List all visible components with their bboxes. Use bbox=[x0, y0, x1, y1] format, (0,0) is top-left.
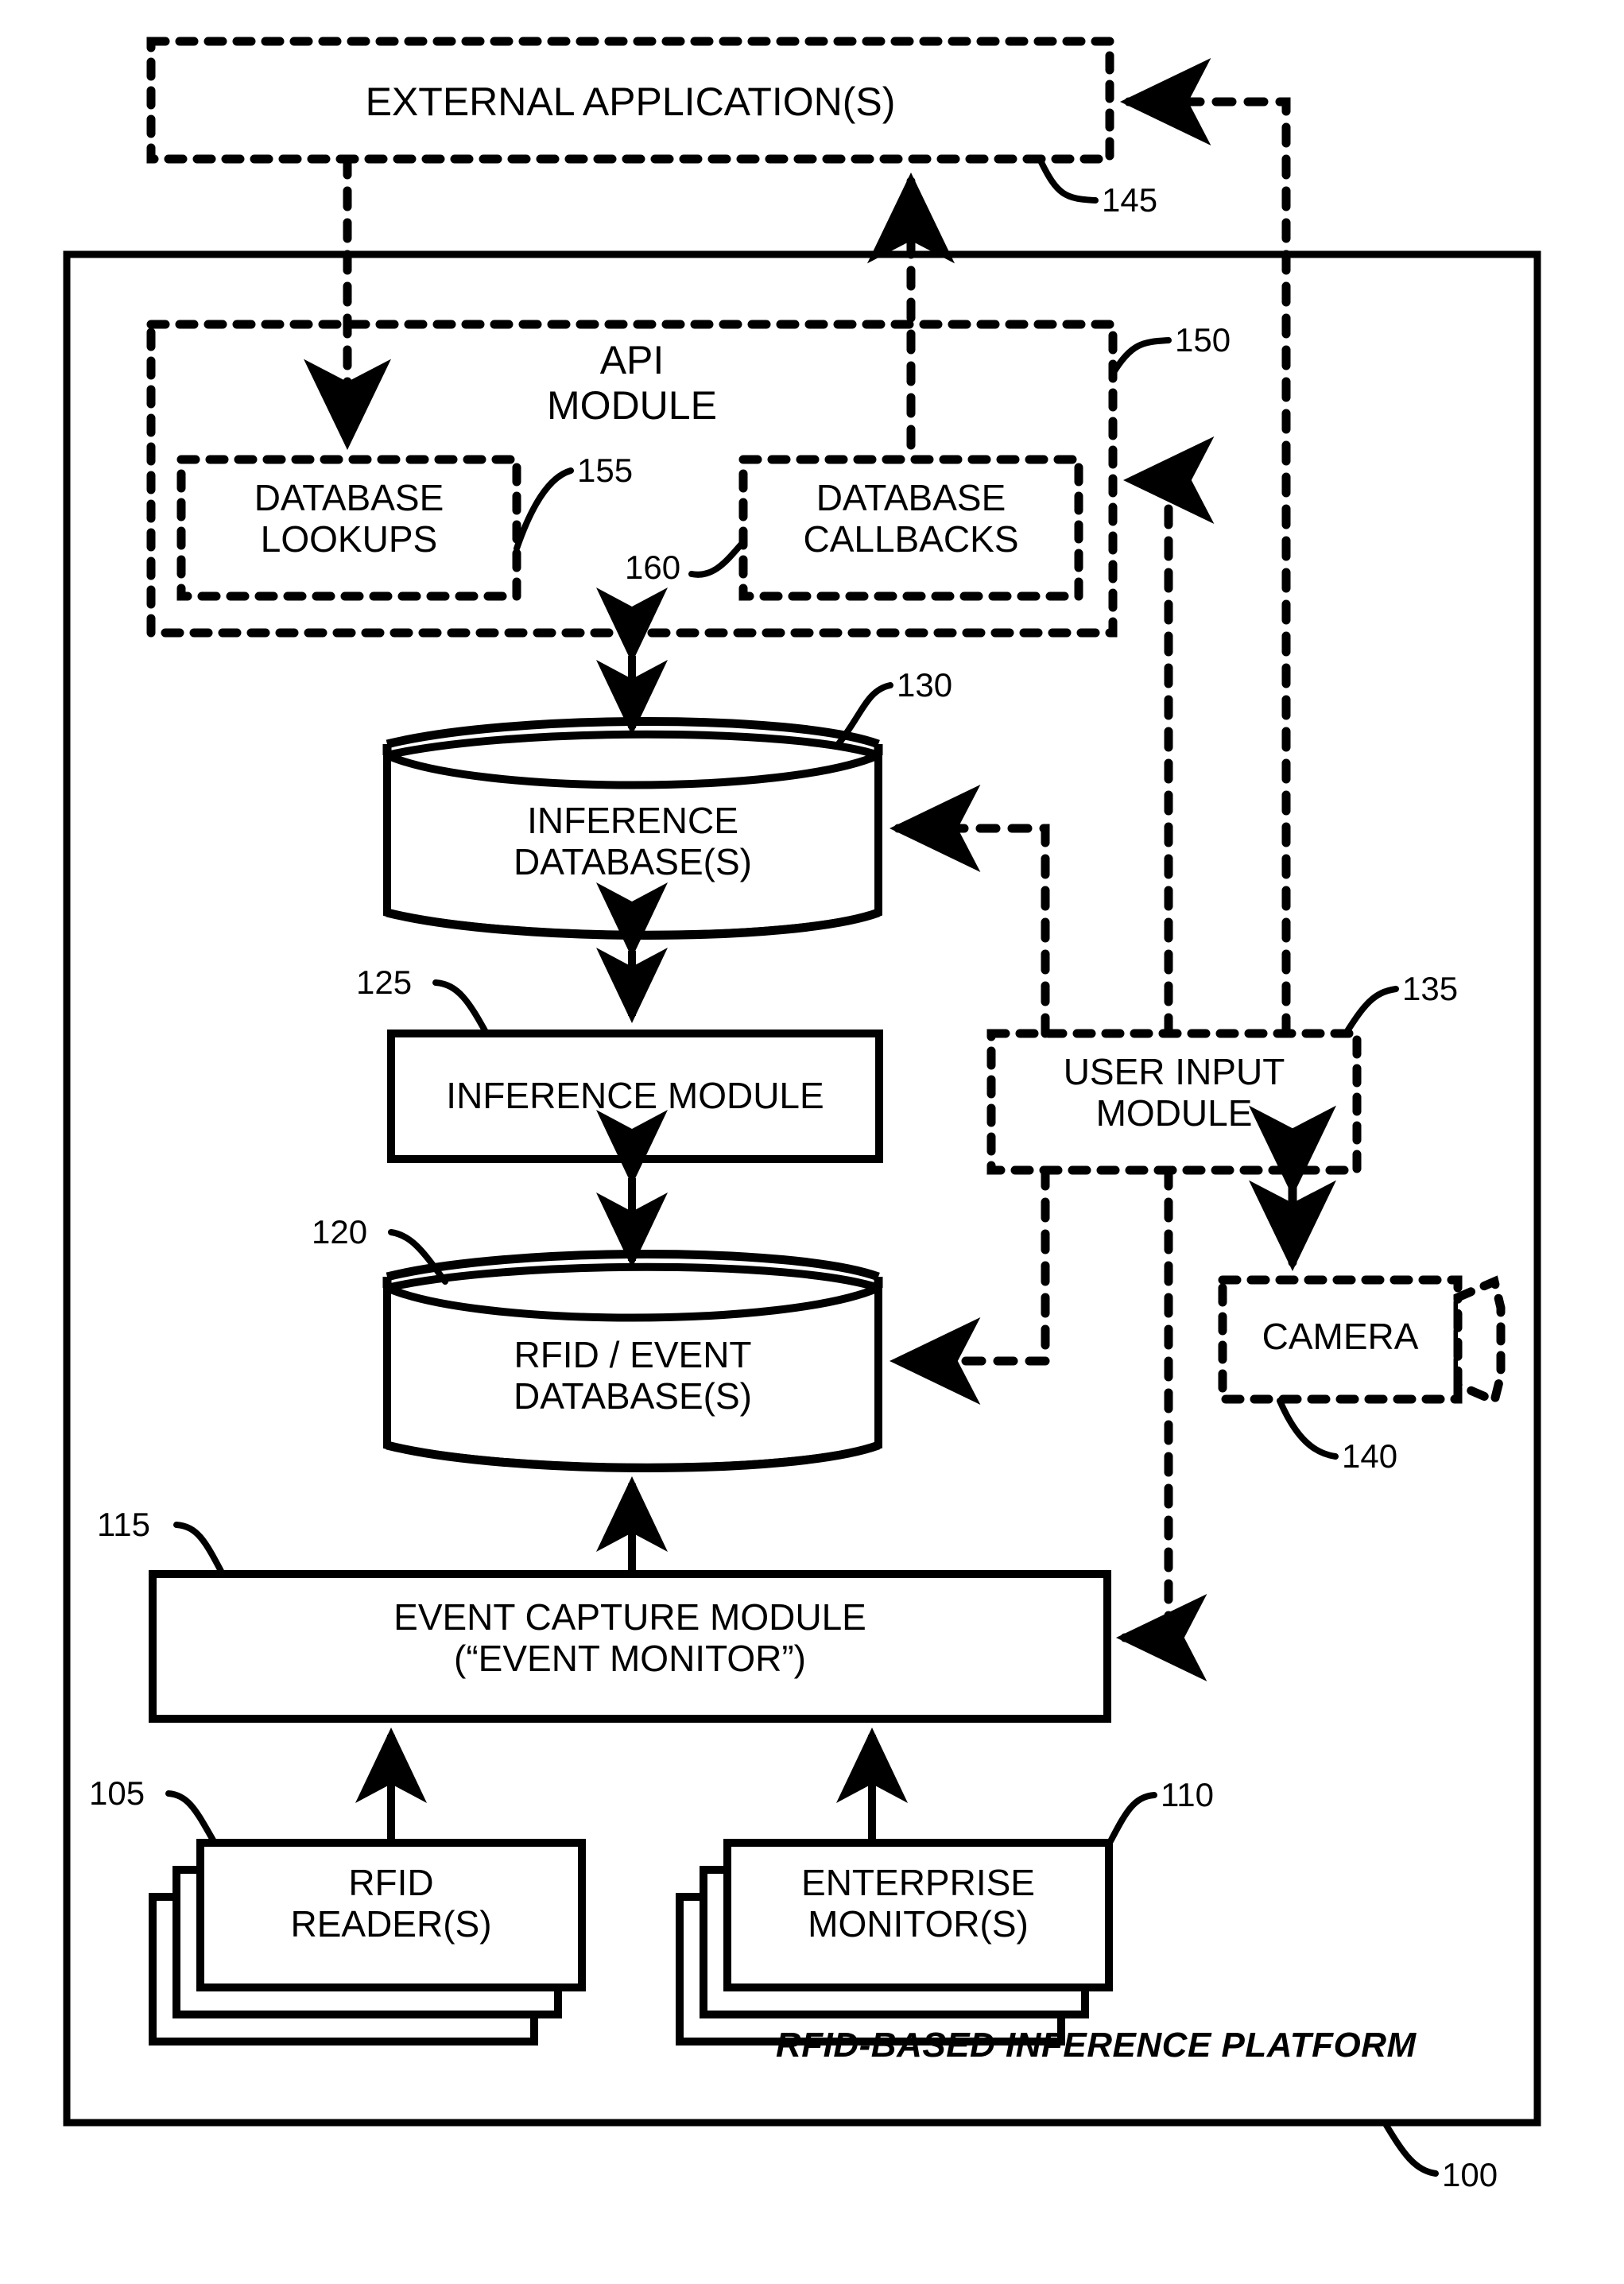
leader-145 bbox=[1037, 156, 1099, 204]
leader-140 bbox=[1277, 1398, 1339, 1460]
ref-number-120: 120 bbox=[312, 1213, 368, 1251]
inference-module-label: INFERENCE MODULE bbox=[446, 1075, 824, 1116]
leader-115 bbox=[173, 1522, 226, 1577]
leader-125 bbox=[432, 979, 490, 1037]
camera-lens-icon bbox=[1453, 1275, 1506, 1407]
rfid-readers-label: RFID READER(S) bbox=[290, 1862, 492, 1945]
ref-number-110: 110 bbox=[1161, 1776, 1214, 1813]
ref-number-115: 115 bbox=[97, 1506, 150, 1543]
leader-160 bbox=[688, 539, 746, 578]
ref-number-140: 140 bbox=[1342, 1437, 1398, 1475]
api-module-label: API MODULE bbox=[547, 338, 717, 428]
ref-number-125: 125 bbox=[356, 964, 413, 1001]
inference-database-label: INFERENCE DATABASE(S) bbox=[514, 800, 752, 883]
platform-title: RFID-BASED INFERENCE PLATFORM bbox=[776, 2026, 1417, 2065]
camera-label: CAMERA bbox=[1262, 1316, 1419, 1357]
ref-number-150: 150 bbox=[1175, 321, 1231, 359]
ref-number-105: 105 bbox=[89, 1774, 145, 1812]
leader-105 bbox=[165, 1790, 218, 1846]
connector-userinput-to-extapp bbox=[1119, 58, 1291, 1038]
connector-userinput-to-inference-db bbox=[889, 785, 1050, 1038]
rfid-event-database-label: RFID / EVENT DATABASE(S) bbox=[514, 1334, 752, 1417]
leader-110 bbox=[1107, 1792, 1157, 1846]
ref-number-145: 145 bbox=[1102, 181, 1158, 219]
ref-number-160: 160 bbox=[625, 549, 681, 586]
connector-userinput-to-api bbox=[1122, 436, 1215, 1038]
leader-150 bbox=[1110, 337, 1172, 377]
external-application-label: EXTERNAL APPLICATION(S) bbox=[365, 79, 896, 124]
connector-userinput-to-rfid-db bbox=[889, 1165, 1050, 1405]
ref-number-155: 155 bbox=[577, 452, 634, 489]
database-callbacks-label: DATABASE CALLBACKS bbox=[803, 477, 1019, 560]
patent-figure: EXTERNAL APPLICATION(S) API MODULE DATAB… bbox=[0, 0, 1624, 2284]
connector-userinput-to-event-capture bbox=[1115, 1165, 1207, 1681]
leader-100 bbox=[1382, 2119, 1439, 2177]
leader-135 bbox=[1343, 986, 1399, 1037]
enterprise-monitors-label: ENTERPRISE MONITOR(S) bbox=[801, 1862, 1035, 1945]
database-lookups-label: DATABASE LOOKUPS bbox=[254, 477, 444, 560]
ref-number-135: 135 bbox=[1402, 970, 1459, 1007]
ref-number-130: 130 bbox=[897, 666, 953, 704]
ref-number-100: 100 bbox=[1442, 2156, 1498, 2193]
leader-155 bbox=[514, 467, 574, 552]
event-capture-module-label: EVENT CAPTURE MODULE (“EVENT MONITOR”) bbox=[393, 1596, 866, 1680]
user-input-module-label: USER INPUT MODULE bbox=[1063, 1051, 1285, 1134]
